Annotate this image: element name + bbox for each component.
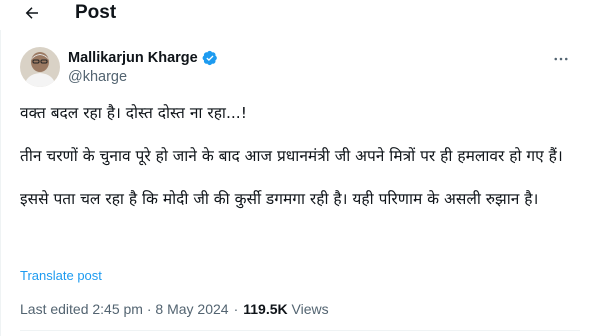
arrow-left-icon (25, 7, 38, 19)
translate-post-link[interactable]: Translate post (20, 267, 102, 285)
post-paragraph-2: तीन चरणों के चुनाव पूरे हो जाने के बाद आ… (20, 147, 563, 165)
post-text: वक्त बदल रहा है। दोस्त दोस्त ना रहा...! … (20, 102, 576, 210)
views-count: 119.5K (243, 301, 288, 317)
author-name-text: Mallikarjun Kharge (68, 50, 198, 66)
post-paragraph-3: इससे पता चल रहा है कि मोदी जी की कुर्सी … (20, 190, 539, 208)
avatar[interactable] (20, 47, 60, 87)
more-options-button[interactable] (548, 50, 574, 68)
post-meta: Last edited 2:45 pm · 8 May 2024 · 119.5K … (20, 300, 329, 318)
views-label: Views (291, 301, 329, 317)
page-title: Post (75, 2, 117, 23)
column-divider (0, 30, 1, 336)
verified-badge-icon (202, 50, 218, 66)
more-horizontal-icon (554, 57, 568, 61)
avatar-image (20, 47, 60, 87)
page-header: Post (0, 0, 600, 28)
author-name[interactable]: Mallikarjun Kharge (68, 49, 218, 67)
meta-separator: · (233, 301, 239, 317)
author-handle[interactable]: @kharge (68, 68, 127, 86)
last-edited-timestamp[interactable]: Last edited 2:45 pm · 8 May 2024 (20, 301, 229, 317)
back-button[interactable] (20, 2, 44, 24)
divider (20, 330, 580, 331)
post-page: Post Mallikarjun Kharge @kharge वक्त बदल… (0, 0, 600, 336)
post-paragraph-1: वक्त बदल रहा है। दोस्त दोस्त ना रहा...! (20, 104, 247, 122)
